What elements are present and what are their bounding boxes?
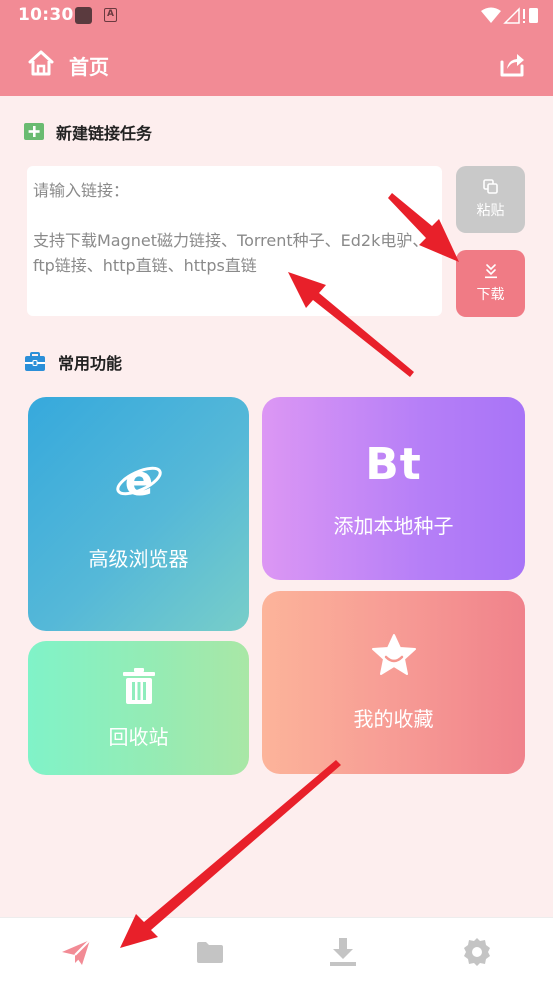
- battery-icon: [529, 8, 538, 23]
- add-local-torrent-label: 添加本地种子: [333, 513, 454, 538]
- nav-download-icon[interactable]: [327, 936, 359, 968]
- recycle-bin-card[interactable]: 回收站: [28, 641, 249, 775]
- trash-icon: [122, 667, 155, 704]
- advanced-browser-label: 高级浏览器: [88, 546, 189, 571]
- signal-icon: [503, 7, 520, 24]
- copy-icon: [482, 179, 498, 194]
- toolbox-icon: [25, 352, 45, 371]
- notification-app-icon: [75, 7, 92, 24]
- new-task-title: 新建链接任务: [56, 124, 153, 143]
- recycle-bin-label: 回收站: [108, 724, 169, 749]
- wifi-icon: [481, 7, 501, 23]
- advanced-browser-card[interactable]: e 高级浏览器: [28, 397, 249, 631]
- download-button[interactable]: 下载: [456, 250, 525, 317]
- add-local-torrent-card[interactable]: Bt 添加本地种子: [262, 397, 525, 580]
- common-functions-title: 常用功能: [58, 354, 123, 373]
- system-status-icons: [481, 7, 538, 24]
- status-time: 10:30: [18, 5, 74, 25]
- bottom-navigation: [0, 917, 553, 984]
- home-icon[interactable]: [27, 49, 55, 77]
- download-chevron-icon: [484, 264, 497, 279]
- link-input[interactable]: 请输入链接： 支持下载Magnet磁力链接、Torrent种子、Ed2k电驴、 …: [27, 166, 442, 316]
- nav-settings-icon[interactable]: [461, 936, 493, 968]
- add-icon: [24, 123, 44, 140]
- status-bar: 10:30 A: [0, 0, 553, 32]
- svg-text:e: e: [124, 457, 153, 503]
- paste-button[interactable]: 粘贴: [456, 166, 525, 233]
- bt-icon: Bt: [365, 438, 422, 490]
- link-input-placeholder: 请输入链接： 支持下载Magnet磁力链接、Torrent种子、Ed2k电驴、 …: [33, 181, 429, 275]
- common-functions-section-header: 常用功能: [24, 350, 122, 374]
- app-bar: 首页: [0, 32, 553, 96]
- share-icon[interactable]: [498, 50, 526, 78]
- browser-icon: e: [115, 457, 162, 503]
- my-favorites-label: 我的收藏: [353, 707, 434, 731]
- new-task-section-header: 新建链接任务: [24, 120, 152, 144]
- notification-a-icon: A: [104, 8, 117, 22]
- page-title: 首页: [69, 55, 109, 79]
- nav-send-icon[interactable]: [60, 936, 92, 968]
- my-favorites-card[interactable]: 我的收藏: [262, 591, 525, 774]
- paste-label: 粘贴: [476, 203, 505, 219]
- download-label: 下载: [476, 287, 505, 303]
- nav-folder-icon[interactable]: [194, 936, 226, 968]
- star-icon: [371, 634, 416, 675]
